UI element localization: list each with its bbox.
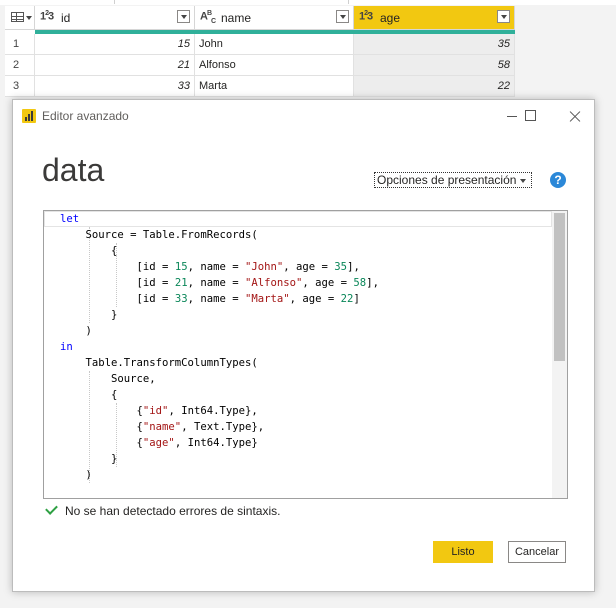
- maximize-icon[interactable]: [521, 106, 541, 126]
- table-cell[interactable]: 15: [35, 34, 195, 55]
- chevron-down-icon: [520, 179, 526, 183]
- column-header-id[interactable]: 123 id: [35, 6, 195, 30]
- row-number[interactable]: 1: [5, 34, 35, 55]
- syntax-status-text: No se han detectado errores de sintaxis.: [65, 504, 281, 518]
- table-cell[interactable]: Marta: [195, 76, 354, 97]
- display-options-label: Opciones de presentación: [377, 173, 517, 187]
- table-cell[interactable]: 58: [354, 55, 515, 76]
- chevron-down-icon: [26, 16, 32, 20]
- done-button[interactable]: Listo: [433, 541, 493, 563]
- table-cell[interactable]: 21: [35, 55, 195, 76]
- vertical-scrollbar[interactable]: [552, 211, 567, 498]
- tab-edge: [116, 0, 349, 4]
- number-type-icon[interactable]: 123: [40, 10, 54, 23]
- table-icon: [11, 12, 24, 22]
- table-cell[interactable]: 33: [35, 76, 195, 97]
- checkmark-icon: [45, 502, 58, 515]
- column-header-age[interactable]: 123 age: [354, 6, 515, 30]
- column-header-label: name: [221, 11, 252, 25]
- scrollbar-thumb[interactable]: [554, 213, 565, 361]
- dialog-title: Editor avanzado: [42, 109, 129, 123]
- row-number[interactable]: 2: [5, 55, 35, 76]
- question-icon[interactable]: ?: [550, 172, 566, 188]
- advanced-editor-dialog: Editor avanzado data Opciones de present…: [12, 99, 595, 592]
- column-header-label: id: [61, 11, 71, 25]
- dialog-titlebar[interactable]: Editor avanzado: [13, 100, 594, 132]
- column-header-label: age: [380, 11, 401, 25]
- table-cell[interactable]: 22: [354, 76, 515, 97]
- tab-edge: [0, 0, 115, 4]
- column-filter-dropdown[interactable]: [497, 10, 510, 23]
- column-filter-dropdown[interactable]: [177, 10, 190, 23]
- query-name: data: [42, 152, 105, 188]
- text-type-icon[interactable]: ABC: [200, 10, 216, 25]
- number-type-icon[interactable]: 123: [359, 10, 373, 23]
- code-text[interactable]: let Source = Table.FromRecords( { [id = …: [60, 211, 379, 483]
- minimize-icon[interactable]: [503, 106, 523, 126]
- syntax-status: No se han detectado errores de sintaxis.: [44, 502, 281, 518]
- code-editor[interactable]: let Source = Table.FromRecords( { [id = …: [43, 210, 568, 499]
- table-cell[interactable]: Alfonso: [195, 55, 354, 76]
- column-header-name[interactable]: ABC name: [195, 6, 354, 30]
- power-bi-icon: [22, 109, 36, 123]
- table-cell[interactable]: 35: [354, 34, 515, 55]
- table-menu-button[interactable]: [5, 6, 35, 30]
- close-icon[interactable]: [565, 106, 585, 126]
- top-tab-strip: [0, 0, 616, 5]
- table-cell[interactable]: John: [195, 34, 354, 55]
- data-preview-grid: 123 id ABC name 123 age 1 15 John 35 2 2…: [5, 6, 515, 97]
- cancel-button[interactable]: Cancelar: [508, 541, 566, 563]
- row-number[interactable]: 3: [5, 76, 35, 97]
- column-filter-dropdown[interactable]: [336, 10, 349, 23]
- display-options-dropdown[interactable]: Opciones de presentación: [374, 172, 532, 188]
